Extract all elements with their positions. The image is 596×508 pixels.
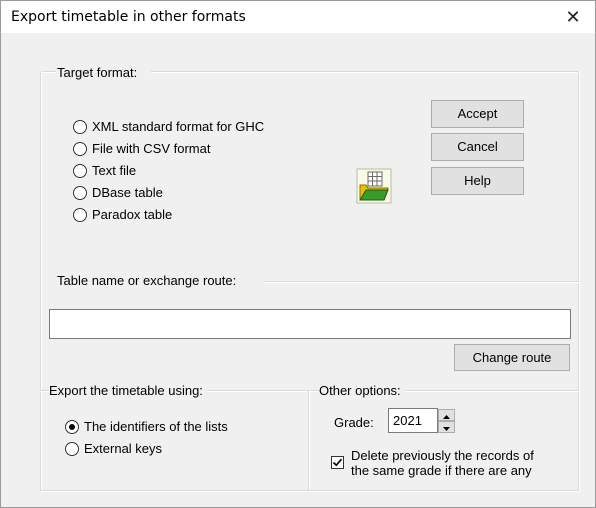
grade-field[interactable]: 2021 xyxy=(388,408,438,433)
export-dialog: Export timetable in other formats ✕ Targ… xyxy=(0,0,596,508)
check-icon xyxy=(332,458,343,467)
radio-label: DBase table xyxy=(92,185,163,200)
divider xyxy=(308,390,310,490)
dialog-title: Export timetable in other formats xyxy=(11,9,246,25)
divider xyxy=(40,71,42,491)
help-button[interactable]: Help xyxy=(431,167,524,195)
radio-label: Text file xyxy=(92,163,137,178)
cancel-button[interactable]: Cancel xyxy=(431,133,524,161)
export-using-label: Export the timetable using: xyxy=(49,383,207,398)
title-bar: Export timetable in other formats ✕ xyxy=(1,1,595,33)
delete-previous-label-line1: Delete previously the records of xyxy=(351,448,534,463)
radio-button[interactable] xyxy=(73,120,87,134)
radio-label: File with CSV format xyxy=(92,141,211,156)
divider xyxy=(40,490,579,492)
radio-label: Paradox table xyxy=(92,207,173,222)
radio-label: External keys xyxy=(84,441,163,456)
radio-button[interactable] xyxy=(73,164,87,178)
divider xyxy=(263,281,579,283)
radio-button[interactable] xyxy=(73,142,87,156)
radio-label: XML standard format for GHC xyxy=(92,119,265,134)
delete-previous-label-line2: the same grade if there are any xyxy=(351,463,532,478)
target-format-label: Target format: xyxy=(57,65,138,80)
grade-down-button[interactable] xyxy=(438,421,455,433)
close-icon[interactable]: ✕ xyxy=(551,1,595,33)
other-options-label: Other options: xyxy=(319,383,405,398)
grade-up-button[interactable] xyxy=(438,409,455,421)
change-route-button[interactable]: Change route xyxy=(454,344,570,371)
route-label: Table name or exchange route: xyxy=(57,273,237,288)
delete-previous-checkbox[interactable] xyxy=(331,456,344,469)
radio-button[interactable] xyxy=(65,442,79,456)
divider xyxy=(40,71,56,73)
grade-label: Grade: xyxy=(334,415,374,430)
folder-table-icon xyxy=(356,168,392,204)
route-input[interactable] xyxy=(49,309,571,339)
radio-button[interactable] xyxy=(65,420,79,434)
radio-button[interactable] xyxy=(73,208,87,222)
accept-button[interactable]: Accept xyxy=(431,100,524,128)
radio-button[interactable] xyxy=(73,186,87,200)
divider xyxy=(151,71,579,73)
radio-label: The identifiers of the lists xyxy=(84,419,228,434)
grade-value: 2021 xyxy=(393,413,422,428)
